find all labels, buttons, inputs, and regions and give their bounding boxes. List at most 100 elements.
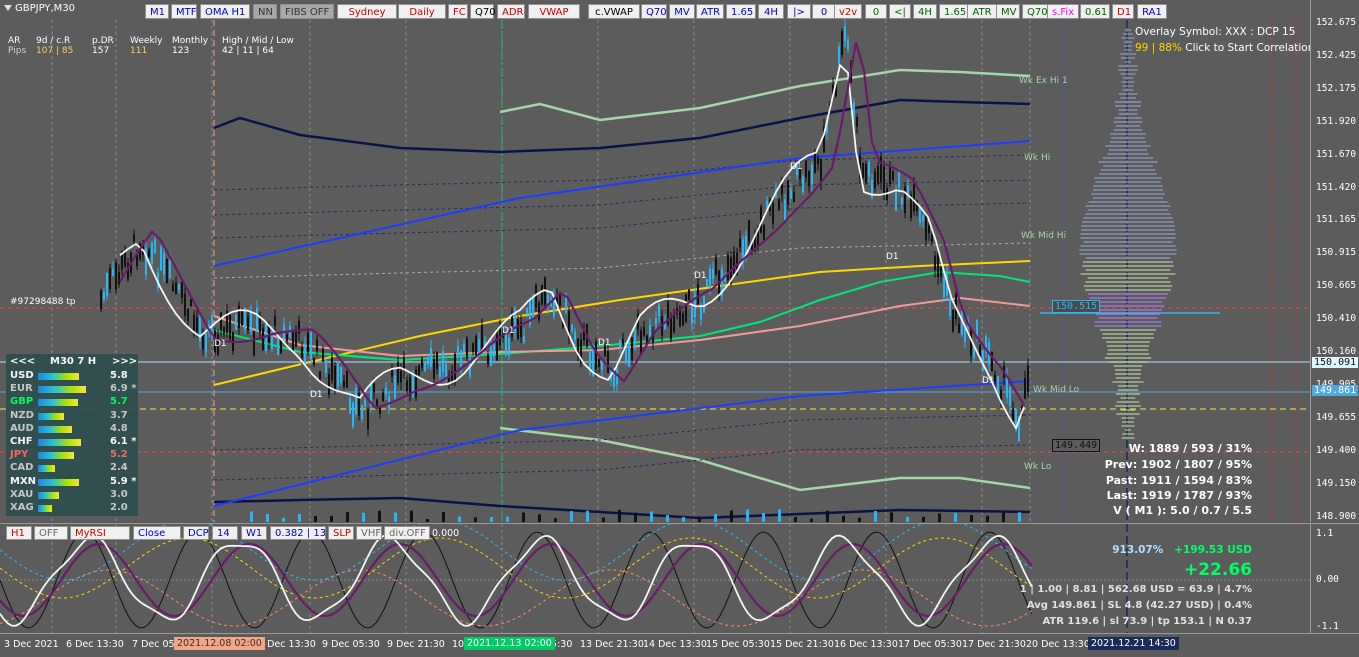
toolbar-button-m1[interactable]: M1 bbox=[145, 4, 169, 19]
toolbar-button-0[interactable]: 0 bbox=[865, 4, 887, 19]
toolbar-button-mv[interactable]: MV bbox=[669, 4, 695, 19]
toolbar-button-fc[interactable]: FC bbox=[448, 4, 468, 19]
toolbar-button-q70[interactable]: Q70 bbox=[470, 4, 496, 19]
toolbar-button-vwap[interactable]: VWAP bbox=[528, 4, 580, 19]
candle-body bbox=[508, 338, 510, 356]
candle-body bbox=[361, 405, 363, 419]
strength-row-nzd[interactable]: NZD 3.7 bbox=[6, 410, 138, 423]
candle-body bbox=[457, 345, 459, 355]
osc-toolbar-button-vhf[interactable]: VHF bbox=[356, 526, 382, 540]
toolbar-button-c-vwap[interactable]: c.VWAP bbox=[588, 4, 640, 19]
volume-bar bbox=[778, 509, 781, 522]
toolbar-button-fibs-off[interactable]: FIBS OFF bbox=[280, 4, 334, 19]
currency-code: USD bbox=[10, 370, 34, 381]
toolbar-button-q70[interactable]: Q70 bbox=[1022, 4, 1048, 19]
candle-body bbox=[865, 163, 867, 183]
candle-body bbox=[739, 238, 741, 248]
toolbar-button-oma-h1[interactable]: OMA H1 bbox=[200, 4, 250, 19]
osc-toolbar-button-myrsi[interactable]: MyRSI bbox=[70, 526, 130, 540]
osc-toolbar-button-off[interactable]: OFF bbox=[34, 526, 68, 540]
overlay-symbol-text[interactable]: Overlay Symbol: XXX : DCP 15 bbox=[1135, 26, 1295, 38]
currency-code: EUR bbox=[10, 383, 33, 395]
candle-body bbox=[373, 383, 375, 393]
candle-body bbox=[889, 166, 891, 185]
toolbar-button-mtf[interactable]: MTF bbox=[171, 4, 197, 19]
candle-body bbox=[442, 351, 444, 372]
prev-button[interactable]: <<< bbox=[10, 356, 35, 367]
main-chart[interactable]: GBPJPY,M30 M1 MTF OMA H1 NN FIBS OFF Sydney Da… bbox=[0, 0, 1310, 522]
toolbar-button-mv[interactable]: MV bbox=[996, 4, 1020, 19]
toolbar-button-4h[interactable]: 4H bbox=[758, 4, 784, 19]
wk-ex-hi-label: Wk Ex Hi 1 bbox=[1019, 76, 1068, 86]
strength-row-chf[interactable]: CHF 6.1 * bbox=[6, 436, 138, 449]
osc-toolbar-button-w1[interactable]: W1 bbox=[241, 526, 267, 540]
stats-cell: High / Mid / Low bbox=[222, 36, 294, 46]
toolbar-button-daily[interactable]: Daily bbox=[398, 4, 446, 19]
d1-label: D1 bbox=[214, 339, 227, 349]
position-line-3: ATR 119.6 | sl 73.9 | tp 153.1 | N 0.37 bbox=[1042, 616, 1252, 627]
candle-body bbox=[286, 334, 288, 342]
toolbar-button-0-61[interactable]: 0.61 bbox=[1080, 4, 1110, 19]
toolbar-button-d1[interactable]: D1 bbox=[1112, 4, 1134, 19]
toolbar-button-s-fix[interactable]: s.Fix bbox=[1047, 4, 1079, 19]
osc-toolbar-button-close[interactable]: Close bbox=[133, 526, 181, 540]
time-axis-label: 14 Dec 13:30 bbox=[643, 639, 707, 650]
price-axis[interactable]: 152.675 152.425 152.175 151.920 151.670 151.4… bbox=[1310, 0, 1359, 522]
price-axis-label: 152.675 bbox=[1316, 17, 1357, 28]
strength-row-xag[interactable]: XAG 2.0 bbox=[6, 502, 138, 515]
correlation-text[interactable]: 99 | 88% Click to Start Correlation bbox=[1135, 42, 1310, 54]
toolbar-button-v2v[interactable]: v2v bbox=[834, 4, 862, 19]
toolbar-button--[interactable]: |> bbox=[787, 4, 811, 19]
oscillator-yellow bbox=[0, 537, 1033, 599]
strength-row-aud[interactable]: AUD 4.8 bbox=[6, 423, 138, 436]
candle-body bbox=[382, 392, 384, 402]
candle-body bbox=[109, 268, 111, 289]
price-chart-canvas[interactable] bbox=[0, 0, 1310, 522]
next-button[interactable]: >>> bbox=[112, 356, 137, 367]
time-axis-label: 15 Dec 21:30 bbox=[770, 639, 834, 650]
osc-toolbar-button-slp[interactable]: SLP bbox=[328, 526, 354, 540]
wk-lo-label: Wk Lo bbox=[1024, 462, 1052, 472]
toolbar-button-adr[interactable]: ADR bbox=[497, 4, 525, 19]
toolbar-button-0[interactable]: 0 bbox=[812, 4, 836, 19]
volume-bar bbox=[890, 512, 893, 522]
strength-row-cad[interactable]: CAD 2.4 bbox=[6, 462, 138, 475]
time-axis[interactable]: 3 Dec 2021 6 Dec 13:30 7 Dec 05:30 8 Dec 13… bbox=[0, 633, 1359, 657]
osc-toolbar-button-dcp[interactable]: DCP bbox=[183, 526, 209, 540]
strength-row-jpy[interactable]: JPY 5.2 bbox=[6, 449, 138, 462]
candle-body bbox=[628, 344, 630, 367]
time-axis-label: 13 Dec 21:30 bbox=[580, 639, 644, 650]
candle-body bbox=[466, 338, 468, 358]
position-line-2: Avg 149.861 | SL 4.8 (42.27 USD) | 0.4% bbox=[1026, 600, 1252, 611]
strength-bar bbox=[38, 412, 64, 420]
osc-axis-label: 1.1 bbox=[1316, 528, 1334, 539]
toolbar-button-sydney[interactable]: Sydney bbox=[337, 4, 397, 19]
candle-body bbox=[814, 151, 816, 173]
strength-row-usd[interactable]: USD 5.8 bbox=[6, 370, 138, 383]
osc-toolbar-button-h1[interactable]: H1 bbox=[6, 526, 32, 540]
candle-body bbox=[622, 338, 624, 346]
osc-toolbar-button-div-off[interactable]: div.OFF bbox=[384, 526, 430, 540]
toolbar-button-atr[interactable]: ATR bbox=[696, 4, 724, 19]
toolbar-button-4h[interactable]: 4H bbox=[913, 4, 937, 19]
toolbar-button-1-65[interactable]: 1.65 bbox=[939, 4, 969, 19]
toolbar-button-q70[interactable]: Q70 bbox=[641, 4, 667, 19]
osc-toolbar-button-14[interactable]: 14 bbox=[212, 526, 238, 540]
candle-body bbox=[820, 158, 822, 183]
strength-row-eur[interactable]: EUR 6.9 * bbox=[6, 383, 138, 396]
toolbar-button-ra1[interactable]: RA1 bbox=[1137, 4, 1167, 19]
dropdown-triangle-icon[interactable] bbox=[4, 5, 12, 11]
candle-body bbox=[784, 199, 786, 222]
strength-row-mxn[interactable]: MXN 5.9 * bbox=[6, 476, 138, 489]
osc-toolbar-button-0-382-13[interactable]: 0.382 | 13 bbox=[270, 526, 326, 540]
candle-body bbox=[280, 339, 282, 354]
toolbar-button-1-65[interactable]: 1.65 bbox=[726, 4, 756, 19]
toolbar-button-nn[interactable]: NN bbox=[253, 4, 277, 19]
candle-body bbox=[631, 338, 633, 361]
toolbar-button--[interactable]: <| bbox=[889, 4, 911, 19]
candle-body bbox=[436, 352, 438, 369]
oscillator-panel[interactable]: H1 OFF MyRSI Close DCP 14 W1 0.382 | 13 SLP VHF di… bbox=[0, 523, 1310, 634]
strength-row-gbp[interactable]: GBP 5.7 bbox=[6, 396, 138, 409]
toolbar-button-atr[interactable]: ATR bbox=[967, 4, 997, 19]
strength-row-xau[interactable]: XAU 3.0 bbox=[6, 489, 138, 502]
